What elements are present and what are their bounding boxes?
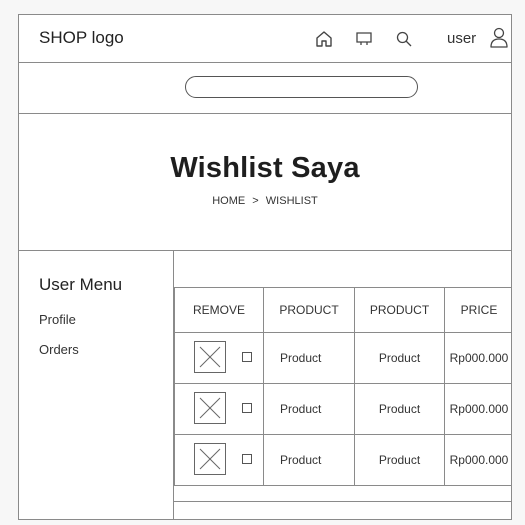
product-name: Product [263,332,355,384]
product-price: Rp000.000 [444,332,511,384]
header-product-2: PRODUCT [354,287,445,333]
table-row: Product Product Rp000.000 [174,332,511,384]
wishlist-content: REMOVE PRODUCT PRODUCT PRICE Product Pro… [173,251,511,519]
sidebar-title: User Menu [39,275,123,294]
product-price: Rp000.000 [444,383,511,435]
product-image-placeholder [194,392,226,424]
page-title: Wishlist Saya [170,152,360,184]
header-product: PRODUCT [263,287,355,333]
product-price: Rp000.000 [444,434,511,486]
user-label[interactable]: user [447,30,476,47]
remove-cell [174,434,264,486]
sidebar-item-orders[interactable]: Orders [39,342,79,357]
product-image-placeholder [194,443,226,475]
page-frame: SHOP logo user Wishlist Saya HOME > WISH… [18,14,512,520]
product-name: Product [263,383,355,435]
table-row: Product Product Rp000.000 [174,383,511,435]
breadcrumb-separator: > [252,195,259,207]
table-row: Product Product Rp000.000 [174,434,511,486]
shop-logo[interactable]: SHOP logo [39,28,124,48]
search-row [19,63,511,114]
table-footer-divider [174,501,511,502]
user-sidebar: User Menu Profile Orders [19,251,173,519]
product-detail: Product [354,383,445,435]
remove-cell [174,332,264,384]
remove-checkbox[interactable] [242,352,252,362]
home-icon[interactable] [315,30,333,48]
header-remove: REMOVE [174,287,264,333]
breadcrumb: HOME > WISHLIST [19,195,511,207]
cart-icon[interactable] [355,30,373,48]
breadcrumb-wishlist: WISHLIST [265,195,318,207]
user-icon[interactable] [489,27,509,49]
header-price: PRICE [444,287,511,333]
wishlist-table: REMOVE PRODUCT PRODUCT PRICE Product Pro… [174,287,511,486]
search-input[interactable] [185,76,418,98]
remove-checkbox[interactable] [242,403,252,413]
product-detail: Product [354,434,445,486]
remove-cell [174,383,264,435]
product-name: Product [263,434,355,486]
product-detail: Product [354,332,445,384]
top-header: SHOP logo user [19,15,511,63]
breadcrumb-home[interactable]: HOME [212,195,245,207]
remove-checkbox[interactable] [242,454,252,464]
table-header-row: REMOVE PRODUCT PRODUCT PRICE [174,287,511,333]
product-image-placeholder [194,341,226,373]
sidebar-item-profile[interactable]: Profile [39,312,76,327]
title-block: Wishlist Saya HOME > WISHLIST [19,114,511,251]
search-icon[interactable] [395,30,413,48]
